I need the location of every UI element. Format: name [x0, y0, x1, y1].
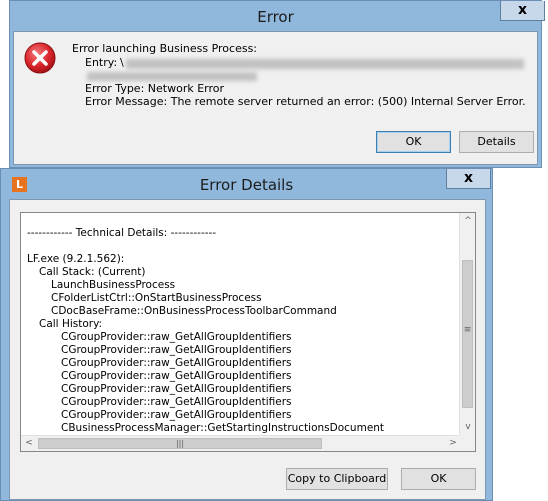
redacted-entry-path-line2 [87, 72, 257, 81]
scroll-up-button[interactable]: ^ [460, 213, 475, 229]
copy-to-clipboard-button[interactable]: Copy to Clipboard [286, 468, 388, 490]
text-line-12: CGroupProvider::raw_GetAllGroupIdentifie… [61, 383, 292, 395]
error-ok-button[interactable]: OK [376, 131, 451, 153]
details-dialog-titlebar[interactable]: L Error Details x [1, 169, 492, 199]
text-line-6: CDocBaseFrame::OnBusinessProcessToolbarC… [51, 305, 337, 317]
horizontal-scroll-thumb[interactable]: ||| [38, 438, 322, 449]
text-line-11: CGroupProvider::raw_GetAllGroupIdentifie… [61, 370, 292, 382]
entry-label: Entry: [85, 56, 118, 69]
error-type: Error Type: Network Error [85, 82, 225, 95]
horizontal-scrollbar[interactable]: < ||| > [21, 435, 461, 451]
details-dialog-close-button[interactable]: x [446, 169, 491, 189]
error-dialog-titlebar[interactable]: Error x [10, 1, 545, 31]
text-line-13: CGroupProvider::raw_GetAllGroupIdentifie… [61, 396, 292, 408]
text-line-15: CBusinessProcessManager::GetStartingInst… [61, 422, 385, 434]
error-dialog-body: Error launching Business Process: Entry:… [13, 31, 538, 165]
text-line-3: Call Stack: (Current) [39, 266, 146, 278]
error-message: Error Message: The remote server returne… [85, 95, 526, 108]
error-dialog: Error x Error launching Business Process… [9, 0, 545, 168]
text-line-4: LaunchBusinessProcess [51, 279, 176, 291]
error-dialog-title: Error [257, 8, 294, 26]
error-dialog-close-button[interactable]: x [500, 1, 545, 21]
error-icon [24, 42, 56, 74]
text-line-7: Call History: [39, 318, 103, 330]
text-line-10: CGroupProvider::raw_GetAllGroupIdentifie… [61, 357, 292, 369]
error-heading: Error launching Business Process: [72, 42, 258, 55]
redacted-entry-path [126, 59, 524, 69]
entry-value-prefix: \ [120, 56, 124, 69]
text-line-8: CGroupProvider::raw_GetAllGroupIdentifie… [61, 331, 292, 343]
horizontal-thumb-grip: ||| [175, 439, 185, 448]
vertical-scrollbar[interactable]: ^ ≡ v [459, 213, 475, 435]
details-button[interactable]: Details [459, 131, 534, 153]
vertical-thumb-grip: ≡ [463, 325, 472, 335]
technical-details-textarea[interactable]: ------------ Technical Details: --------… [20, 212, 476, 452]
details-dialog-body: ------------ Technical Details: --------… [9, 199, 486, 500]
scrollbar-corner [459, 435, 475, 451]
vertical-scroll-thumb[interactable]: ≡ [462, 260, 473, 408]
text-line-9: CGroupProvider::raw_GetAllGroupIdentifie… [61, 344, 292, 356]
text-line-0: ------------ Technical Details: --------… [27, 227, 217, 239]
text-line-14: CGroupProvider::raw_GetAllGroupIdentifie… [61, 409, 292, 421]
text-line-5: CFolderListCtrl::OnStartBusinessProcess [51, 292, 262, 304]
text-line-2: LF.exe (9.2.1.562): [27, 253, 125, 265]
details-ok-button[interactable]: OK [401, 468, 476, 490]
scroll-down-button[interactable]: v [460, 419, 475, 435]
textarea-content: ------------ Technical Details: --------… [21, 213, 461, 435]
details-dialog-title: Error Details [199, 176, 294, 194]
error-details-dialog: L Error Details x ------------ Technical… [0, 168, 493, 501]
scroll-left-button[interactable]: < [21, 436, 37, 451]
